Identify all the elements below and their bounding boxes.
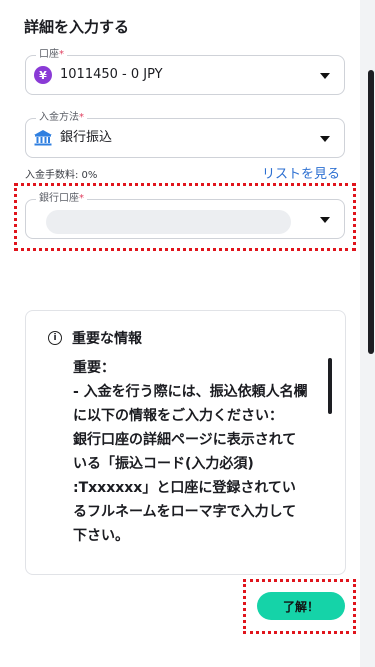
deposit-panel: 詳細を入力する 口座* ¥ 1011450 - 0 JPY 入金方法* 銀行振込… <box>0 0 360 667</box>
account-label: 口座* <box>36 48 67 62</box>
deposit-method-select[interactable]: 入金方法* 銀行振込 <box>25 111 345 158</box>
info-icon: i <box>48 331 62 345</box>
ok-button[interactable]: 了解！ <box>257 592 345 620</box>
yen-icon: ¥ <box>34 66 52 84</box>
page-scrollbar[interactable] <box>368 70 374 354</box>
info-card-scrollbar[interactable] <box>328 358 332 414</box>
deposit-method-value: 銀行振込 <box>60 130 113 145</box>
account-value: 1011450 - 0 JPY <box>60 67 163 82</box>
important-info-card: i 重要な情報 重要： - 入金を行う際には、振込依頼人名欄に以下の情報をご入力… <box>25 310 346 575</box>
account-select[interactable]: 口座* ¥ 1011450 - 0 JPY <box>25 48 345 95</box>
bank-account-value-redacted <box>46 210 291 234</box>
bank-account-label: 銀行口座* <box>36 192 87 206</box>
deposit-method-label: 入金方法* <box>36 111 87 125</box>
bank-icon <box>34 130 52 146</box>
view-list-link[interactable]: リストを見る <box>262 163 340 182</box>
chevron-down-icon <box>320 73 330 79</box>
chevron-down-icon <box>320 217 330 223</box>
bank-account-select[interactable]: 銀行口座* <box>25 192 345 239</box>
info-title: 重要な情報 <box>72 331 142 347</box>
chevron-down-icon <box>320 136 330 142</box>
page-title: 詳細を入力する <box>24 18 130 36</box>
deposit-fee-text: 入金手数料: 0% <box>25 170 98 181</box>
info-body: 重要： - 入金を行う際には、振込依頼人名欄に以下の情報をご入力ください： 銀行… <box>73 360 308 544</box>
